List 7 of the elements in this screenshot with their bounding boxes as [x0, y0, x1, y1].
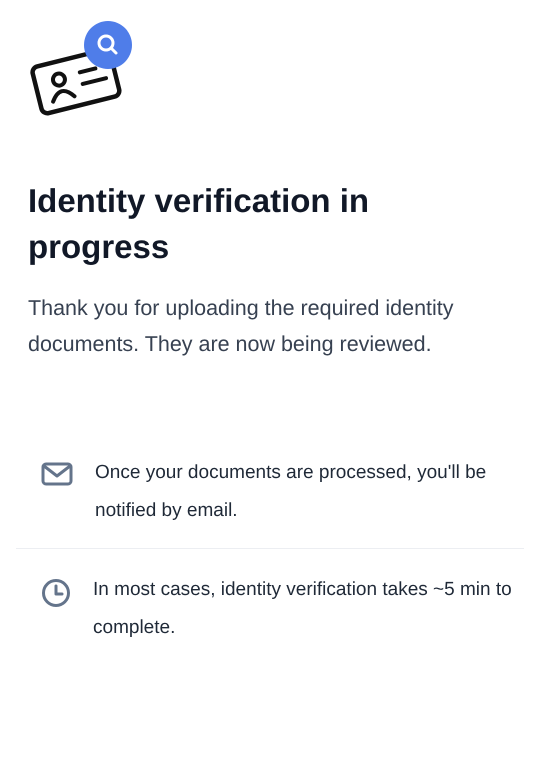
- description-text: Thank you for uploading the required identity documents. They are now being reviewed.: [28, 295, 454, 358]
- clock-icon: [41, 578, 71, 608]
- page-title: Identity verification in progress: [28, 181, 370, 267]
- info-text: In most cases, identity verification takes ~5 min to complete.: [93, 578, 513, 640]
- envelope-icon: [41, 461, 73, 487]
- info-text: Once your documents are processed, you'll be notified by email.: [95, 461, 488, 523]
- id-card-search-icon: [30, 20, 134, 116]
